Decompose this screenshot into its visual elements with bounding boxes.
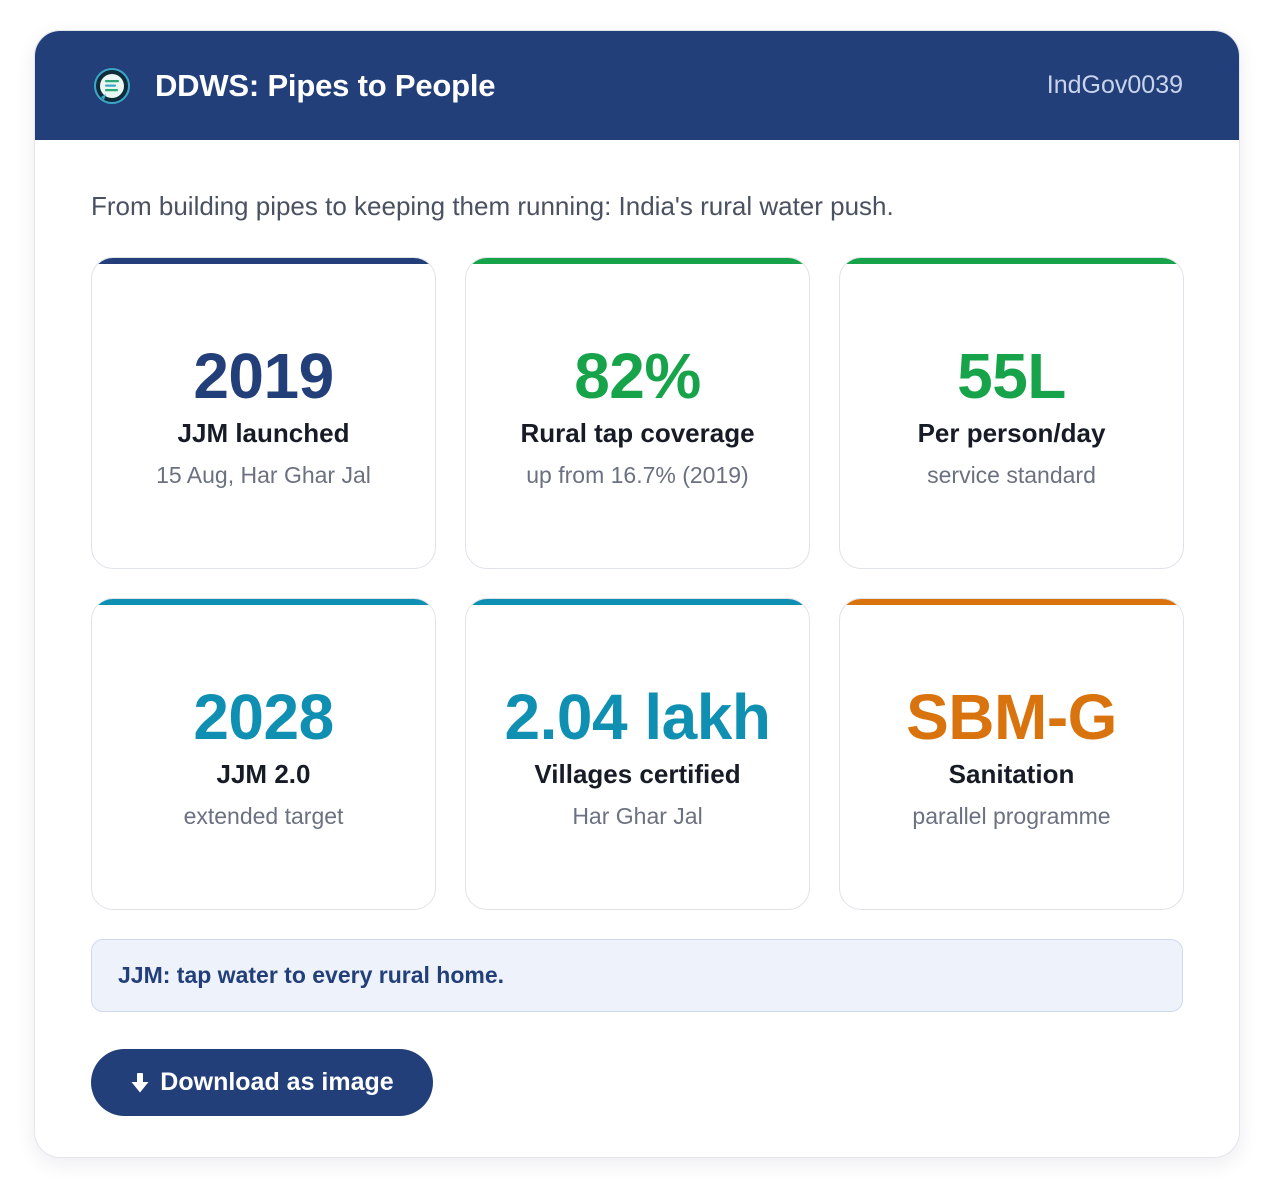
infographic-card: DDWS: Pipes to People IndGov0039 From bu… bbox=[34, 30, 1240, 1158]
stat-accent-bar bbox=[840, 599, 1183, 605]
stat-accent-bar bbox=[92, 258, 435, 264]
document-code: IndGov0039 bbox=[1046, 71, 1183, 99]
stat-card-sanitation: SBM-G Sanitation parallel programme bbox=[839, 598, 1184, 910]
stat-accent-bar bbox=[92, 599, 435, 605]
stat-card-tap-coverage: 82% Rural tap coverage up from 16.7% (20… bbox=[465, 257, 810, 569]
stat-note: service standard bbox=[927, 462, 1096, 488]
stat-value: 2019 bbox=[193, 340, 334, 412]
download-button-label: Download as image bbox=[160, 1068, 394, 1096]
header-bar: DDWS: Pipes to People IndGov0039 bbox=[35, 31, 1239, 140]
download-button[interactable]: Download as image bbox=[91, 1049, 433, 1116]
page-title: DDWS: Pipes to People bbox=[155, 67, 496, 103]
stat-card-jjm-launched: 2019 JJM launched 15 Aug, Har Ghar Jal bbox=[91, 257, 436, 569]
stat-card-jjm-2: 2028 JJM 2.0 extended target bbox=[91, 598, 436, 910]
callout-note: JJM: tap water to every rural home. bbox=[91, 939, 1183, 1012]
stat-note: extended target bbox=[183, 803, 344, 829]
stat-label: Rural tap coverage bbox=[520, 418, 755, 448]
stat-accent-bar bbox=[466, 599, 809, 605]
stat-label: JJM 2.0 bbox=[216, 759, 311, 789]
stat-label: JJM launched bbox=[177, 418, 350, 448]
content-area: From building pipes to keeping them runn… bbox=[35, 140, 1239, 1116]
stat-label: Per person/day bbox=[917, 418, 1106, 448]
stat-accent-bar bbox=[466, 258, 809, 264]
chat-logo-icon bbox=[94, 67, 130, 104]
stats-grid: 2019 JJM launched 15 Aug, Har Ghar Jal 8… bbox=[91, 257, 1184, 910]
stat-note: up from 16.7% (2019) bbox=[526, 462, 749, 488]
stat-value: 2.04 lakh bbox=[504, 681, 771, 753]
stat-value: 2028 bbox=[193, 681, 334, 753]
stat-card-per-person: 55L Per person/day service standard bbox=[839, 257, 1184, 569]
stat-value: 55L bbox=[957, 340, 1066, 412]
stat-note: Har Ghar Jal bbox=[572, 803, 703, 829]
stat-card-villages: 2.04 lakh Villages certified Har Ghar Ja… bbox=[465, 598, 810, 910]
download-arrow-icon bbox=[131, 1072, 149, 1092]
subtitle: From building pipes to keeping them runn… bbox=[91, 191, 894, 221]
stat-label: Villages certified bbox=[534, 759, 741, 789]
stat-note: parallel programme bbox=[912, 803, 1111, 829]
stat-label: Sanitation bbox=[948, 759, 1075, 789]
stat-accent-bar bbox=[840, 258, 1183, 264]
stat-value: 82% bbox=[574, 340, 701, 412]
stat-value: SBM-G bbox=[906, 681, 1117, 753]
stat-note: 15 Aug, Har Ghar Jal bbox=[156, 462, 371, 488]
